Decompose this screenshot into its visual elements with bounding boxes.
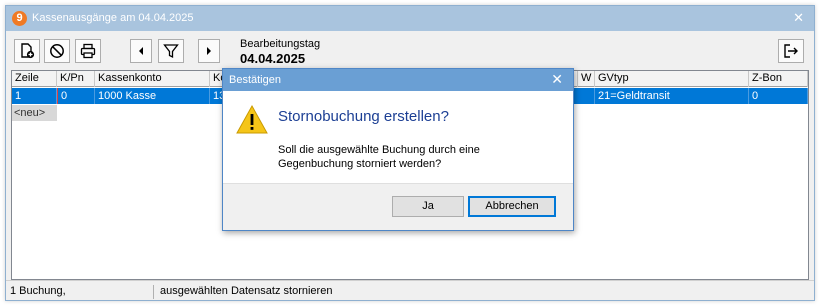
toolbar: Bearbeitungstag 04.04.2025: [6, 31, 814, 70]
new-entry-button[interactable]: [14, 39, 40, 63]
window-close-icon[interactable]: ✕: [793, 10, 804, 26]
prohibited-icon: [50, 44, 64, 58]
cell-kassenkonto: 1000 Kasse: [95, 88, 210, 104]
column-header-kassenkonto[interactable]: Kassenkonto: [95, 71, 210, 87]
cell-zeile: 1: [12, 88, 57, 104]
workday-label: Bearbeitungstag: [240, 38, 321, 50]
filter-funnel-icon: [163, 44, 179, 59]
filter-button[interactable]: [158, 39, 184, 63]
previous-button[interactable]: [130, 39, 152, 63]
add-document-icon: [21, 43, 35, 59]
cell-gvtyp: 21=Geldtransit: [595, 88, 749, 104]
dialog-heading: Stornobuchung erstellen?: [278, 108, 449, 125]
cancel-button[interactable]: Abbrechen: [468, 196, 556, 217]
column-header-kpn[interactable]: K/Pn: [57, 71, 95, 87]
printer-icon: [80, 43, 96, 59]
print-button[interactable]: [75, 39, 101, 63]
next-button[interactable]: [198, 39, 220, 63]
status-count: 1 Buchung,: [10, 285, 154, 299]
column-header-w[interactable]: W: [577, 71, 595, 87]
exit-button[interactable]: [778, 39, 804, 63]
warning-icon: [236, 104, 268, 134]
dialog-message: Soll die ausgewählte Buchung durch eine …: [278, 143, 558, 171]
window-title: Kassenausgänge am 04.04.2025: [32, 12, 194, 24]
app-badge-icon: 9: [12, 11, 27, 26]
status-bar: 1 Buchung, ausgewählten Datensatz storni…: [6, 280, 814, 300]
cancel-entry-button[interactable]: [44, 39, 70, 63]
dialog-titlebar[interactable]: Bestätigen ✕: [223, 69, 573, 91]
dialog-title: Bestätigen: [229, 74, 281, 86]
confirm-dialog: Bestätigen ✕ Stornobuchung erstellen? So…: [222, 68, 574, 231]
cell-w: [577, 88, 595, 104]
workday-value: 04.04.2025: [240, 51, 306, 66]
triangle-right-icon: [207, 47, 211, 55]
exit-arrow-icon: [784, 44, 798, 58]
cell-zbon: 0: [749, 88, 808, 104]
new-row-marker: <neu>: [12, 105, 57, 121]
dialog-close-icon[interactable]: ✕: [551, 71, 563, 88]
column-header-zbon[interactable]: Z-Bon: [749, 71, 808, 87]
yes-button[interactable]: Ja: [392, 196, 464, 217]
dialog-body: Stornobuchung erstellen? Soll die ausgew…: [223, 91, 573, 185]
dialog-message-line-1: Soll die ausgewählte Buchung durch eine: [278, 144, 480, 156]
status-hint: ausgewählten Datensatz stornieren: [160, 285, 333, 297]
column-header-zeile[interactable]: Zeile: [12, 71, 57, 87]
triangle-left-icon: [139, 47, 143, 55]
dialog-message-line-2: Gegenbuchung storniert werden?: [278, 158, 442, 170]
column-header-gvtyp[interactable]: GVtyp: [595, 71, 749, 87]
cell-kpn: 0: [57, 88, 95, 104]
dialog-footer: Ja Abbrechen: [223, 183, 573, 230]
window-titlebar[interactable]: 9 Kassenausgänge am 04.04.2025 ✕: [6, 6, 814, 31]
